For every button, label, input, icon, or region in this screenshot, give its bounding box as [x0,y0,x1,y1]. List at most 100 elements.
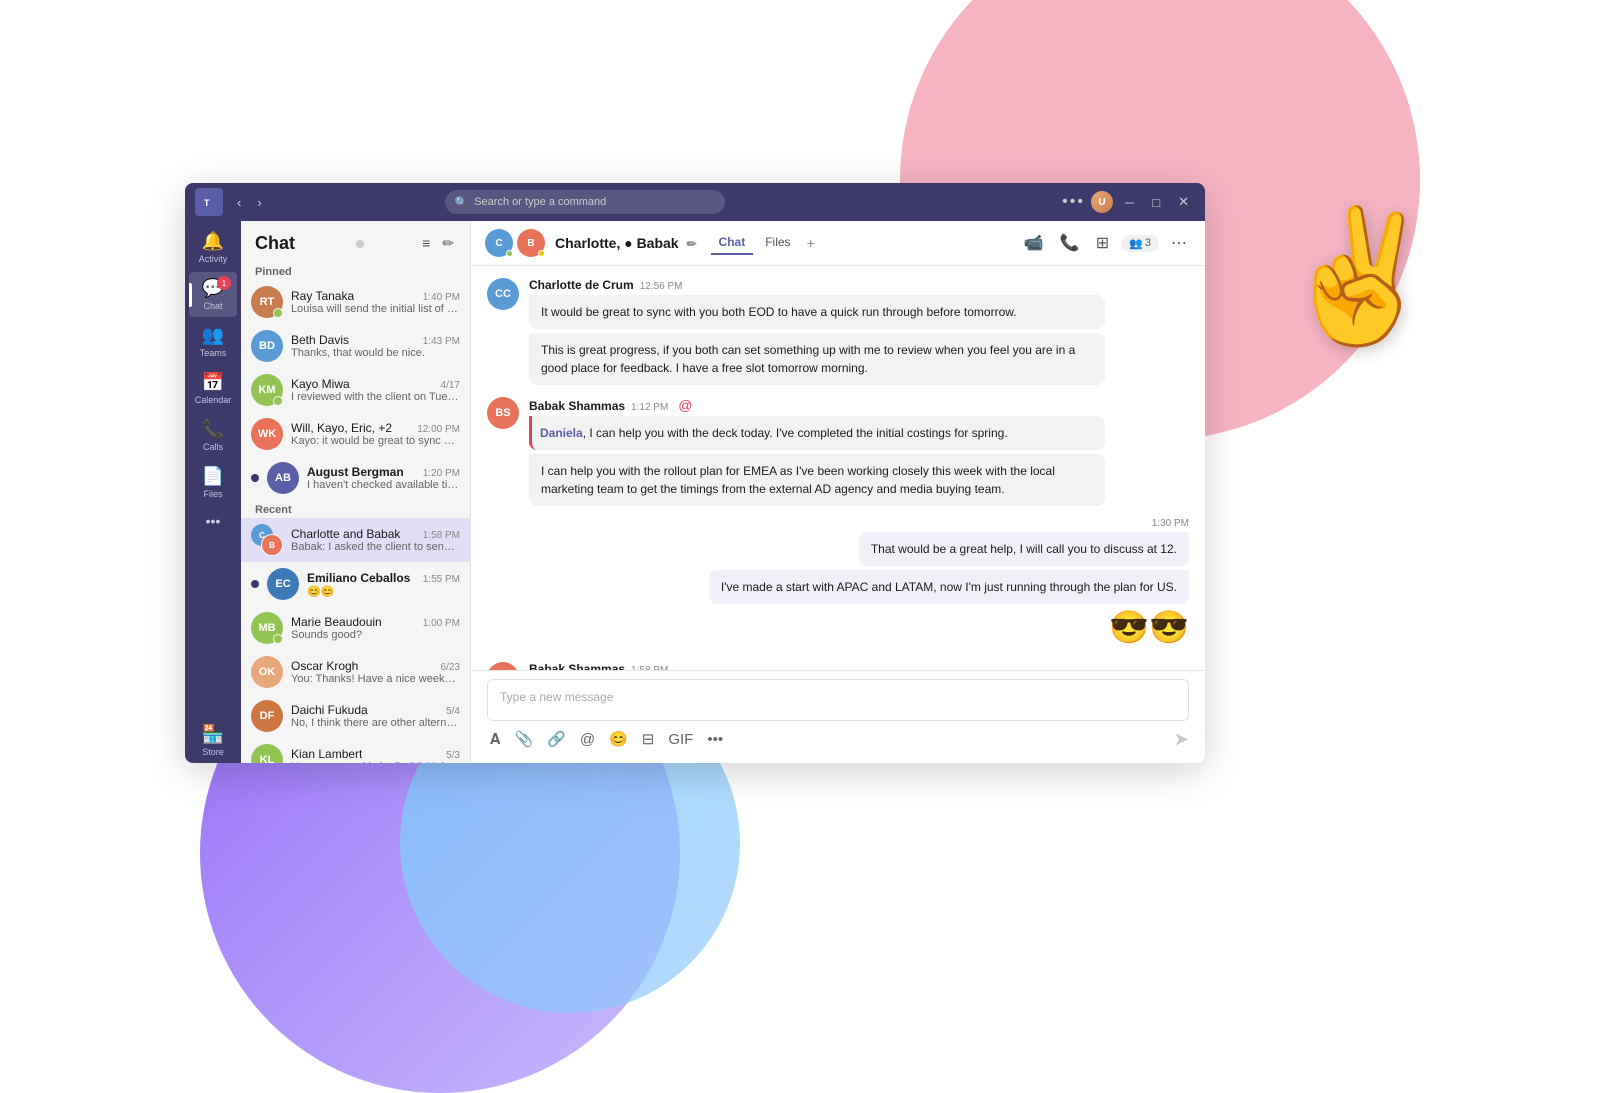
chat-item-august[interactable]: AB August Bergman 1:20 PM I haven't chec… [241,456,470,500]
msg-content-babak-2: Babak Shammas 1:58 PM That's great. I wi… [529,662,1105,670]
sidebar-item-activity[interactable]: 🔔 Activity [189,225,237,270]
message-input-area: Type a new message 𝐀 📎 🔗 @ 😊 ⊟ GIF ••• ➤ [471,670,1205,763]
message-group-babak-2: BS Babak Shammas 1:58 PM That's great. I… [487,662,1189,670]
store-label: Store [202,747,224,757]
sticker-icon[interactable]: ⊟ [639,727,658,751]
sidebar-item-calendar[interactable]: 📅 Calendar [189,366,237,411]
edit-chat-icon[interactable]: ✏ [686,237,696,251]
at-mention-icon-1: @ [678,397,692,413]
chat-info-emiliano: Emiliano Ceballos 1:55 PM 😊😊 [307,571,460,598]
chat-item-kian[interactable]: KL Kian Lambert 5/3 Have you run this by… [241,738,470,763]
msg-bubble-charlotte-1: It would be great to sync with you both … [529,295,1105,329]
chat-item-marie[interactable]: MB Marie Beaudouin 1:00 PM Sounds good? [241,606,470,650]
search-icon: 🔍 [455,196,469,209]
chat-name-charlotte-babak: Charlotte and Babak [291,527,400,541]
chat-item-oscar[interactable]: OK Oscar Krogh 6/23 You: Thanks! Have a … [241,650,470,694]
sidebar-item-chat[interactable]: 1 💬 Chat [189,272,237,317]
send-button[interactable]: ➤ [1174,729,1189,750]
chat-info-will: Will, Kayo, Eric, +2 12:00 PM Kayo: it w… [291,421,460,447]
chat-preview-will: Kayo: it would be great to sync with... [291,435,460,447]
chat-item-charlotte-babak[interactable]: C B Charlotte and Babak 1:58 PM Babak: I… [241,518,470,562]
link-icon[interactable]: 🔗 [544,727,569,751]
msg-content-babak-1: Babak Shammas 1:12 PM @ Daniela, I can h… [529,397,1105,506]
unread-dot-emiliano [251,580,259,588]
chat-item-daichi[interactable]: DF Daichi Fukuda 5/4 No, I think there a… [241,694,470,738]
more-options[interactable]: ••• [1062,193,1085,211]
more-toolbar-icon[interactable]: ••• [704,728,726,751]
message-group-babak-1: BS Babak Shammas 1:12 PM @ Daniela, I ca… [487,397,1189,506]
format-icon[interactable]: 𝐀 [487,728,503,751]
attach-icon[interactable]: 📎 [511,727,536,751]
tab-chat[interactable]: Chat [711,231,754,255]
chat-preview-emiliano: 😊😊 [307,585,460,598]
back-button[interactable]: ‹ [231,193,247,212]
user-avatar[interactable]: U [1091,191,1113,213]
emoji-icon[interactable]: 😊 [606,727,631,751]
avatar-daichi: DF [251,700,283,732]
chat-name-beth: Beth Davis [291,333,349,347]
chat-item-will[interactable]: WK Will, Kayo, Eric, +2 12:00 PM Kayo: i… [241,412,470,456]
avatar-emiliano: EC [267,568,299,600]
chat-item-kayo[interactable]: KM Kayo Miwa 4/17 I reviewed with the cl… [241,368,470,412]
avatar-kian: KL [251,744,283,763]
nav-arrows: ‹ › [231,193,268,212]
calendar-icon: 📅 [202,372,224,393]
files-label: Files [203,489,222,499]
msg-avatar-babak-1: BS [487,397,519,429]
mention-icon[interactable]: @ [577,728,598,751]
chat-info-kayo: Kayo Miwa 4/17 I reviewed with the clien… [291,377,460,403]
gif-icon[interactable]: GIF [665,728,696,751]
sidebar-item-more[interactable]: ••• [189,507,237,537]
window-body: 🔔 Activity 1 💬 Chat 👥 Teams 📅 Calendar 📞… [185,221,1205,763]
msg-meta-charlotte: Charlotte de Crum 12:56 PM [529,278,1105,292]
participants-badge[interactable]: 👥 3 [1121,235,1159,252]
more-options-button[interactable]: ⋯ [1167,229,1191,257]
sidebar-item-files[interactable]: 📄 Files [189,460,237,505]
chat-preview-marie: Sounds good? [291,629,460,641]
msg-avatar-babak-2: BS [487,662,519,670]
title-bar: T ‹ › 🔍 Search or type a command ••• U ─… [185,183,1205,221]
chat-item-ray[interactable]: RT Ray Tanaka 1:40 PM Louisa will send t… [241,280,470,324]
title-bar-actions: ••• U ─ □ ✕ [1062,191,1195,213]
avatar-ray: RT [251,286,283,318]
chat-header-title: Charlotte, ● Babak ✏ [555,235,697,251]
status-indicator [356,240,364,248]
chat-item-beth[interactable]: BD Beth Davis 1:43 PM Thanks, that would… [241,324,470,368]
chat-time-oscar: 6/23 [441,662,460,673]
tab-files[interactable]: Files [757,231,798,255]
msg-bubble-babak-1a: Daniela, I can help you with the deck to… [529,416,1105,450]
sidebar-item-teams[interactable]: 👥 Teams [189,319,237,364]
chat-item-emiliano[interactable]: EC Emiliano Ceballos 1:55 PM 😊😊 [241,562,470,606]
activity-label: Activity [199,254,228,264]
avatar-august: AB [267,462,299,494]
chat-time-beth: 1:43 PM [423,336,460,347]
calls-label: Calls [203,442,223,452]
msg-meta-babak-2: Babak Shammas 1:58 PM [529,662,1105,670]
msg-content-charlotte: Charlotte de Crum 12:56 PM It would be g… [529,278,1105,385]
chat-header: C B Charlotte, ● Babak ✏ Chat Files + [471,221,1205,266]
maximize-button[interactable]: □ [1146,195,1166,210]
close-button[interactable]: ✕ [1172,194,1195,210]
chat-time-marie: 1:00 PM [423,618,460,629]
tab-add[interactable]: + [803,233,819,253]
chat-main: C B Charlotte, ● Babak ✏ Chat Files + [471,221,1205,763]
filter-icon[interactable]: ≡ [420,233,432,254]
forward-button[interactable]: › [251,193,267,212]
sidebar-item-store[interactable]: 🏪 Store [189,718,237,763]
unread-dot-august [251,474,259,482]
teams-window: T ‹ › 🔍 Search or type a command ••• U ─… [185,183,1205,763]
screen-share-button[interactable]: ⊞ [1092,229,1113,257]
video-call-button[interactable]: 📹 [1020,229,1048,257]
svg-text:T: T [204,198,210,208]
search-bar[interactable]: 🔍 Search or type a command [445,190,725,214]
compose-icon[interactable]: ✏ [440,233,456,254]
minimize-button[interactable]: ─ [1119,195,1140,210]
mention-daniela-1: Daniela [540,426,583,440]
message-input-box[interactable]: Type a new message [487,679,1189,721]
msg-time-me: 1:30 PM [1152,518,1189,529]
chat-info-marie: Marie Beaudouin 1:00 PM Sounds good? [291,615,460,641]
messages-area: CC Charlotte de Crum 12:56 PM It would b… [471,266,1205,670]
chat-time-daichi: 5/4 [446,706,460,717]
sidebar-item-calls[interactable]: 📞 Calls [189,413,237,458]
voice-call-button[interactable]: 📞 [1056,229,1084,257]
